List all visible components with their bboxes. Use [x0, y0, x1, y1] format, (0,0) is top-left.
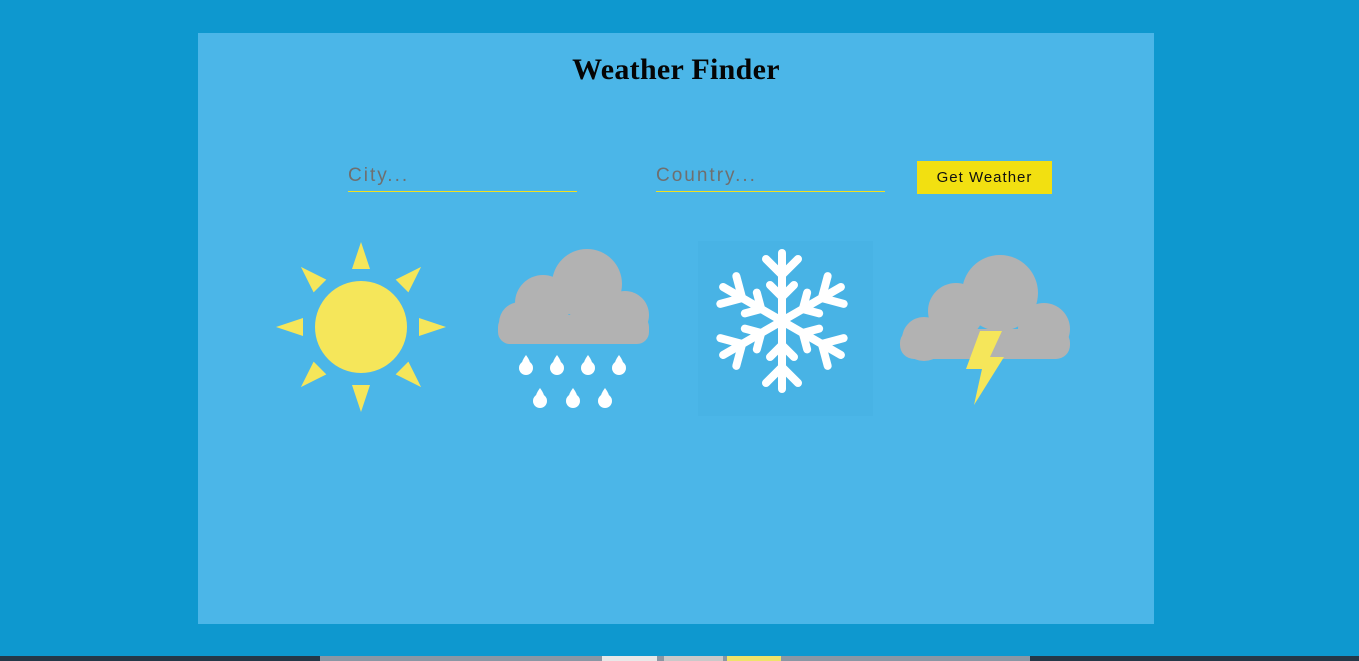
get-weather-button[interactable]: Get Weather: [917, 161, 1052, 194]
taskbar-item[interactable]: [664, 656, 723, 661]
city-input[interactable]: [348, 161, 577, 192]
weather-finder-panel: Weather Finder Get Weather: [198, 33, 1154, 624]
thunderstorm-icon: [898, 241, 1074, 416]
taskbar-item[interactable]: [602, 656, 657, 661]
country-input[interactable]: [656, 161, 885, 192]
snowflake-icon: [698, 241, 873, 416]
rain-cloud-icon: [495, 241, 655, 416]
taskbar-item[interactable]: [727, 656, 781, 661]
taskbar: [0, 656, 1359, 661]
sun-icon: [274, 241, 448, 415]
page-title: Weather Finder: [572, 53, 780, 86]
